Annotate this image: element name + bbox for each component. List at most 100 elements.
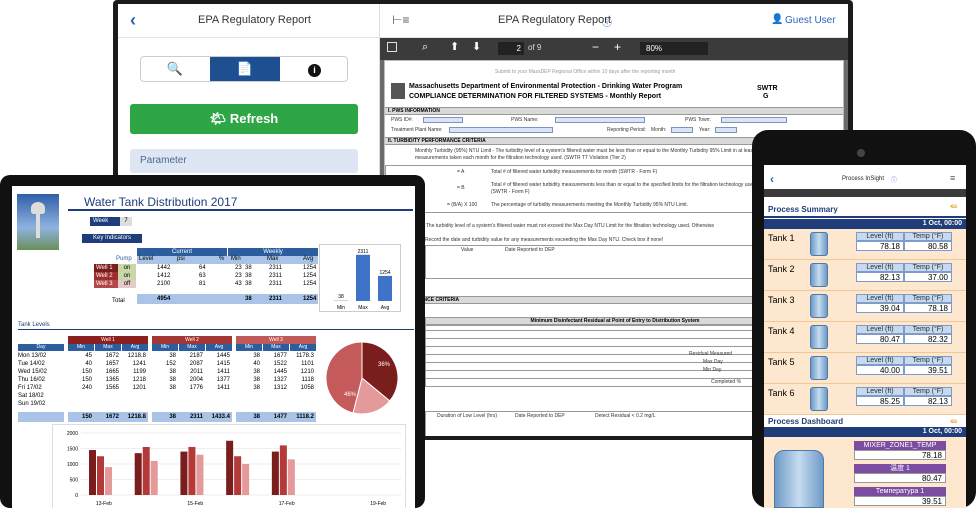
tank-cell: 1411 bbox=[217, 385, 230, 391]
week-label: Week bbox=[90, 217, 124, 226]
tank-row[interactable]: Tank 3 Level (ft) Temp (°F) 39.04 78.18 bbox=[764, 291, 966, 322]
tank-row[interactable]: Tank 5 Level (ft) Temp (°F) 40.00 39.51 bbox=[764, 353, 966, 384]
tank-col-header: Avg bbox=[206, 344, 232, 351]
plant-name-field[interactable] bbox=[449, 127, 553, 133]
arrow-up-icon[interactable]: ⬆ bbox=[450, 40, 459, 53]
zoom-out-icon[interactable]: − bbox=[592, 40, 599, 54]
dashboard-arrow-icon[interactable]: ⇚ bbox=[950, 416, 958, 427]
tank-cell: 1445 bbox=[273, 369, 287, 375]
well-header: Well 3 bbox=[236, 336, 316, 344]
tank-cell: 38 bbox=[169, 369, 176, 375]
kpi-bar-label: Min bbox=[337, 305, 345, 311]
info-icon[interactable]: i bbox=[281, 57, 348, 81]
pws-id-field[interactable] bbox=[423, 117, 463, 123]
page-input[interactable]: 2 bbox=[498, 42, 524, 55]
year-field[interactable] bbox=[715, 127, 737, 133]
sidebar-toggle-icon[interactable] bbox=[387, 42, 397, 52]
cell-min: 38 bbox=[245, 273, 252, 279]
report-code: SWTR bbox=[757, 85, 778, 92]
cell-psi: 81 bbox=[199, 281, 206, 287]
tank-total-cell: 150 bbox=[81, 414, 92, 420]
tank-cell: 1365 bbox=[105, 377, 119, 383]
tank-total-cell: 1118.2 bbox=[296, 414, 314, 420]
pdf-toolbar: ⌕ ⬆ ⬇ 2 of 9 − + 80% bbox=[380, 38, 848, 60]
day-cell: Wed 15/02 bbox=[18, 369, 47, 375]
maxday-table bbox=[425, 245, 805, 279]
daily-bar bbox=[150, 460, 158, 495]
tank-row[interactable]: Tank 1 Level (ft) Temp (°F) 78.18 80.58 bbox=[764, 229, 966, 260]
tank-cell: 38 bbox=[253, 377, 260, 383]
tank-cell: 38 bbox=[253, 353, 260, 359]
tank-total-cell: 1433.4 bbox=[211, 414, 230, 420]
tank-levels-label: Tank Levels bbox=[18, 322, 50, 328]
day-cell: Sat 18/02 bbox=[18, 393, 44, 399]
min-day-label: Min Day bbox=[703, 367, 722, 373]
report-subnote: Submit to your MassDEP Regional Office w… bbox=[495, 69, 676, 75]
refresh-button[interactable]: 🌤 Refresh bbox=[130, 104, 358, 134]
tank-col-header: Max bbox=[263, 344, 289, 351]
tank-cell: 150 bbox=[81, 377, 92, 383]
tank-name: Tank 1 bbox=[768, 233, 795, 243]
menu-icon[interactable]: ≡ bbox=[950, 173, 955, 183]
pws-town-field[interactable] bbox=[721, 117, 787, 123]
tank-cell: 2087 bbox=[189, 361, 203, 367]
cell-level: 2100 bbox=[157, 281, 171, 287]
guest-user-link[interactable]: Guest User bbox=[785, 15, 836, 26]
plant-name-label: Treatment Plant Name: bbox=[391, 127, 443, 133]
phone-back-icon[interactable]: ‹ bbox=[770, 172, 774, 186]
cell-pct: 23 bbox=[235, 273, 242, 279]
back-icon[interactable]: ‹ bbox=[130, 10, 136, 31]
turbidity-text-2: measurements taken each month for the fi… bbox=[415, 155, 626, 161]
week-value[interactable]: 7 bbox=[120, 217, 132, 226]
pump-status: off bbox=[118, 280, 136, 288]
arrow-down-icon[interactable]: ⬇ bbox=[472, 40, 481, 53]
formula-b: = B bbox=[457, 185, 465, 191]
search-tool-icon[interactable]: 🔍 bbox=[141, 57, 209, 81]
well-name: Well 3 bbox=[94, 280, 118, 288]
tank-cell: 1415 bbox=[216, 361, 230, 367]
tank-cell: 240 bbox=[81, 385, 92, 391]
zoom-in-icon[interactable]: + bbox=[614, 40, 621, 54]
temp-value: 37.00 bbox=[904, 272, 952, 282]
tank-row[interactable]: Tank 6 Level (ft) Temp (°F) 85.25 82.13 bbox=[764, 384, 966, 415]
kpi-bar-value: 38 bbox=[338, 294, 344, 300]
user-icon[interactable]: 👤 bbox=[771, 14, 783, 25]
x-tick-label: 13-Feb bbox=[96, 501, 112, 507]
tank-cell: 40 bbox=[85, 361, 92, 367]
well-name: Well 1 bbox=[94, 264, 118, 272]
tank-row[interactable]: Tank 4 Level (ft) Temp (°F) 80.47 82.32 bbox=[764, 322, 966, 353]
level-header: Level (ft) bbox=[856, 232, 904, 241]
parameter-section[interactable]: Parameter bbox=[130, 149, 358, 173]
phone-pdf-toolbar bbox=[764, 189, 966, 197]
search-icon[interactable]: ⌕ bbox=[422, 41, 428, 54]
tank-col-header: Max bbox=[95, 344, 121, 351]
zoom-select[interactable]: 80% bbox=[640, 42, 708, 55]
tank-cell: 1201 bbox=[132, 385, 146, 391]
daily-bar bbox=[180, 451, 188, 495]
phone-info-icon[interactable]: ⓘ bbox=[891, 175, 897, 184]
tank-cell: 1312 bbox=[273, 385, 287, 391]
y-tick-label: 0 bbox=[75, 493, 78, 499]
info-circle-icon[interactable]: ⓘ bbox=[602, 14, 612, 29]
x-tick-label: 17-Feb bbox=[279, 501, 295, 507]
month-field[interactable] bbox=[671, 127, 693, 133]
period-label: Reporting Period: bbox=[607, 127, 646, 133]
refresh-label: Refresh bbox=[229, 111, 279, 126]
cell-max: 2311 bbox=[269, 265, 282, 271]
year-label: Year: bbox=[699, 127, 711, 133]
collapse-icon[interactable]: ⊢≡ bbox=[392, 13, 409, 27]
tank-icon bbox=[810, 263, 828, 287]
temp-header: Temp (°F) bbox=[904, 356, 952, 365]
month-label: Month: bbox=[651, 127, 667, 133]
daily-bar bbox=[279, 445, 287, 495]
daily-bar bbox=[242, 464, 250, 495]
daily-bar-chart: 0 500 1000 1500 2000 13-Feb 15-Feb 17-Feb 19-Feb bbox=[52, 424, 406, 508]
arrow-left-icon[interactable]: ⇚ bbox=[950, 201, 958, 212]
pws-name-field[interactable] bbox=[555, 117, 645, 123]
tank-cell: 1672 bbox=[105, 353, 119, 359]
kpi-bar-label: Max bbox=[358, 305, 368, 311]
tank-row[interactable]: Tank 2 Level (ft) Temp (°F) 82.13 37.00 bbox=[764, 260, 966, 291]
tablet-screen: Water Tank Distribution 2017 Week 7 Key … bbox=[12, 186, 415, 508]
report-tool-icon[interactable]: 📄 bbox=[210, 57, 280, 81]
pump-status: on bbox=[118, 272, 136, 280]
